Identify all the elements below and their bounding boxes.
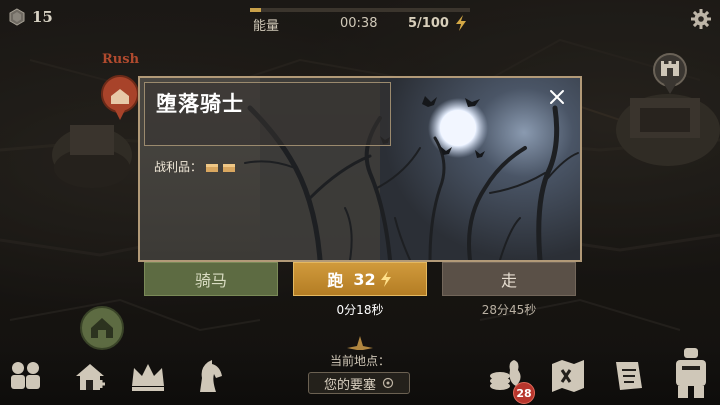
- location-value: 您的要塞: [323, 377, 376, 393]
- loot-row: 战利品：: [154, 158, 236, 175]
- gem-counter: 15: [8, 8, 53, 26]
- lightning-icon: [380, 271, 391, 287]
- energy-bar-fill: [250, 8, 261, 12]
- resources-badge: 28: [513, 382, 535, 404]
- run-button[interactable]: 跑 32: [293, 262, 427, 296]
- heroes-icon[interactable]: [6, 356, 46, 396]
- gear-icon[interactable]: [690, 8, 712, 30]
- quests-icon[interactable]: [608, 356, 648, 396]
- ride-horse-label: 骑马: [194, 271, 227, 290]
- chest-icon: [206, 163, 219, 172]
- encounter-dialog: 堕落骑士 战利品：: [138, 76, 582, 262]
- walk-label: 走: [500, 271, 517, 290]
- crown-icon[interactable]: [128, 360, 168, 394]
- castle-marker[interactable]: [650, 52, 690, 98]
- close-icon[interactable]: [544, 84, 570, 110]
- gem-icon: [9, 8, 25, 26]
- run-label: 跑: [327, 271, 344, 290]
- rush-marker[interactable]: [98, 74, 142, 126]
- loot-label: 战利品：: [154, 160, 203, 174]
- compass-ornament-icon: [347, 336, 373, 350]
- inventory-icon[interactable]: [668, 346, 714, 400]
- map-icon[interactable]: [548, 356, 588, 396]
- energy-panel: 能量 00:38 5/100: [250, 6, 470, 40]
- location-target-icon: [382, 377, 394, 389]
- gem-count: 15: [32, 8, 53, 26]
- energy-count: 5/100: [408, 16, 449, 31]
- walk-button[interactable]: 走: [442, 262, 576, 296]
- energy-timer: 00:38: [340, 16, 378, 31]
- run-duration: 0分18秒: [336, 303, 384, 317]
- location-selector[interactable]: 您的要塞: [308, 372, 410, 394]
- location-caption: 当前地点：: [329, 354, 390, 368]
- energy-bar: [250, 8, 470, 12]
- run-energy-cost: 32: [353, 269, 376, 289]
- walk-duration: 28分45秒: [481, 303, 537, 317]
- lightning-icon: [456, 15, 466, 31]
- rush-label: Rush: [102, 52, 140, 67]
- energy-label: 能量: [253, 19, 280, 34]
- ride-horse-button[interactable]: 骑马: [144, 262, 278, 296]
- dialog-title: 堕落骑士: [156, 92, 244, 116]
- knight-icon[interactable]: [190, 356, 230, 396]
- chest-icon: [223, 163, 236, 172]
- build-icon[interactable]: [70, 356, 110, 396]
